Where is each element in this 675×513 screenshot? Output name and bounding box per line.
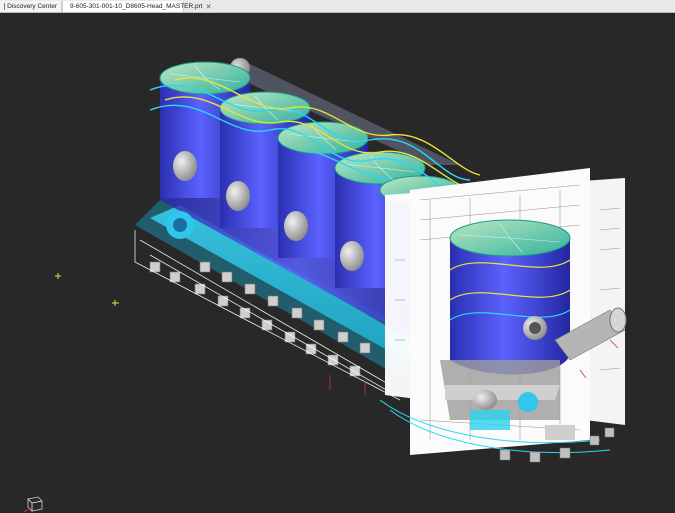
tab-label: 9-605-301-001-10_D8605-Head_MASTER.prt xyxy=(70,3,203,10)
tab-discovery-center[interactable]: Discovery Center xyxy=(0,1,62,12)
cad-model-render xyxy=(0,13,675,500)
front-cylinder xyxy=(450,220,570,374)
tab-part-file[interactable]: 9-605-301-001-10_D8605-Head_MASTER.prt ✕ xyxy=(62,1,184,12)
view-triad-icon[interactable] xyxy=(22,493,46,513)
tab-label: Discovery Center xyxy=(7,3,57,10)
close-icon[interactable]: ✕ xyxy=(203,3,212,11)
graphics-viewport[interactable] xyxy=(0,13,675,500)
datum-marker xyxy=(55,273,119,306)
tab-bar: Discovery Center 9-605-301-001-10_D8605-… xyxy=(0,0,675,13)
